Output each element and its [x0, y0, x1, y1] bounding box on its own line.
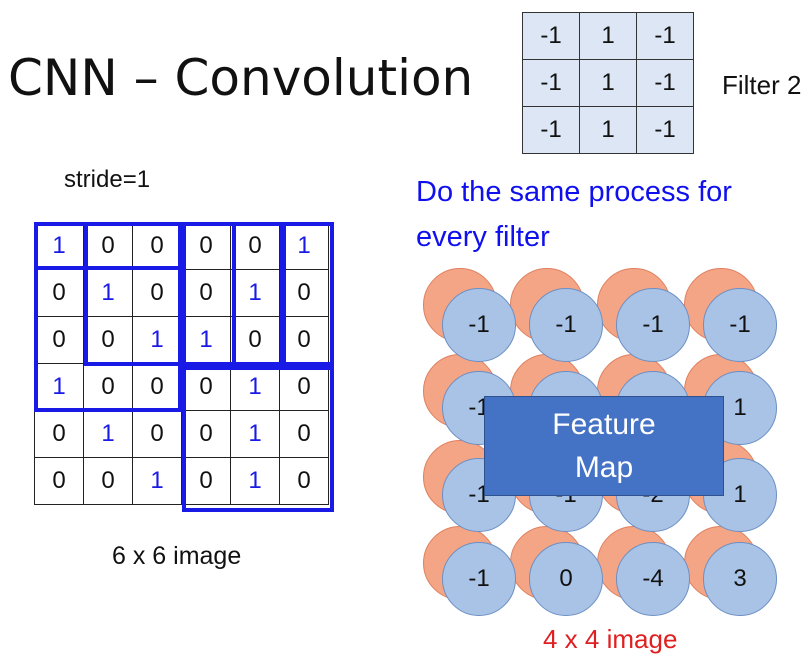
feature-map-box-line1: Feature — [552, 408, 656, 441]
filter-matrix: -1 1 -1 -1 1 -1 -1 1 -1 — [522, 12, 694, 154]
image-cell: 1 — [230, 269, 280, 317]
image-cell: 0 — [34, 269, 84, 317]
image-cell: 0 — [181, 269, 231, 317]
page-title: CNN – Convolution — [8, 49, 474, 107]
image-cell: 0 — [132, 410, 182, 458]
feature-map-value: 0 — [529, 542, 603, 616]
image-cell: 1 — [230, 363, 280, 411]
filter-cell: -1 — [636, 12, 694, 60]
image-cell: 0 — [279, 363, 329, 411]
input-image-label: 6 x 6 image — [112, 542, 242, 570]
image-cell: 1 — [34, 222, 84, 270]
image-cell: 0 — [34, 457, 84, 505]
image-cell: 0 — [279, 457, 329, 505]
image-cell: 0 — [132, 222, 182, 270]
filter-cell: -1 — [522, 106, 580, 154]
image-cell: 1 — [34, 363, 84, 411]
feature-map-value: 3 — [703, 542, 777, 616]
image-cell: 0 — [230, 316, 280, 364]
input-image-matrix: 1 0 0 0 0 1 0 1 0 0 1 0 0 0 1 1 0 0 1 0 … — [34, 222, 329, 505]
image-cell: 0 — [181, 457, 231, 505]
filter-cell: 1 — [579, 106, 637, 154]
filter-cell: 1 — [579, 59, 637, 107]
image-cell: 0 — [83, 457, 133, 505]
image-cell: 1 — [83, 269, 133, 317]
image-cell: 1 — [279, 222, 329, 270]
image-cell: 1 — [230, 410, 280, 458]
image-cell: 0 — [83, 363, 133, 411]
feature-map-value: -1 — [442, 288, 516, 362]
image-cell: 0 — [34, 316, 84, 364]
image-cell: 1 — [132, 316, 182, 364]
filter-cell: -1 — [636, 59, 694, 107]
filter-cell: 1 — [579, 12, 637, 60]
stride-label: stride=1 — [64, 166, 151, 193]
image-cell: 0 — [132, 363, 182, 411]
image-cell: 0 — [83, 316, 133, 364]
image-cell: 1 — [83, 410, 133, 458]
filter-label: Filter 2 — [722, 70, 802, 100]
image-cell: 0 — [181, 222, 231, 270]
feature-map-value: -1 — [616, 288, 690, 362]
filter-cell: -1 — [522, 12, 580, 60]
filter-cell: -1 — [636, 106, 694, 154]
image-cell: 0 — [181, 410, 231, 458]
feature-map-value: -4 — [616, 542, 690, 616]
feature-map-value: -1 — [442, 542, 516, 616]
image-cell: 1 — [181, 316, 231, 364]
image-cell: 0 — [181, 363, 231, 411]
image-cell: 1 — [132, 457, 182, 505]
image-cell: 0 — [230, 222, 280, 270]
image-cell: 0 — [132, 269, 182, 317]
feature-map-value: -1 — [703, 288, 777, 362]
image-cell: 0 — [279, 269, 329, 317]
filter-cell: -1 — [522, 59, 580, 107]
image-cell: 0 — [279, 410, 329, 458]
image-cell: 1 — [230, 457, 280, 505]
feature-map-value: -1 — [529, 288, 603, 362]
process-note: Do the same process for every filter — [416, 176, 732, 253]
feature-map-box-line2: Map — [574, 451, 634, 484]
feature-map-label: 4 x 4 image — [543, 624, 678, 654]
feature-map-box: Feature Map — [484, 396, 724, 496]
image-cell: 0 — [34, 410, 84, 458]
image-cell: 0 — [279, 316, 329, 364]
image-cell: 0 — [83, 222, 133, 270]
